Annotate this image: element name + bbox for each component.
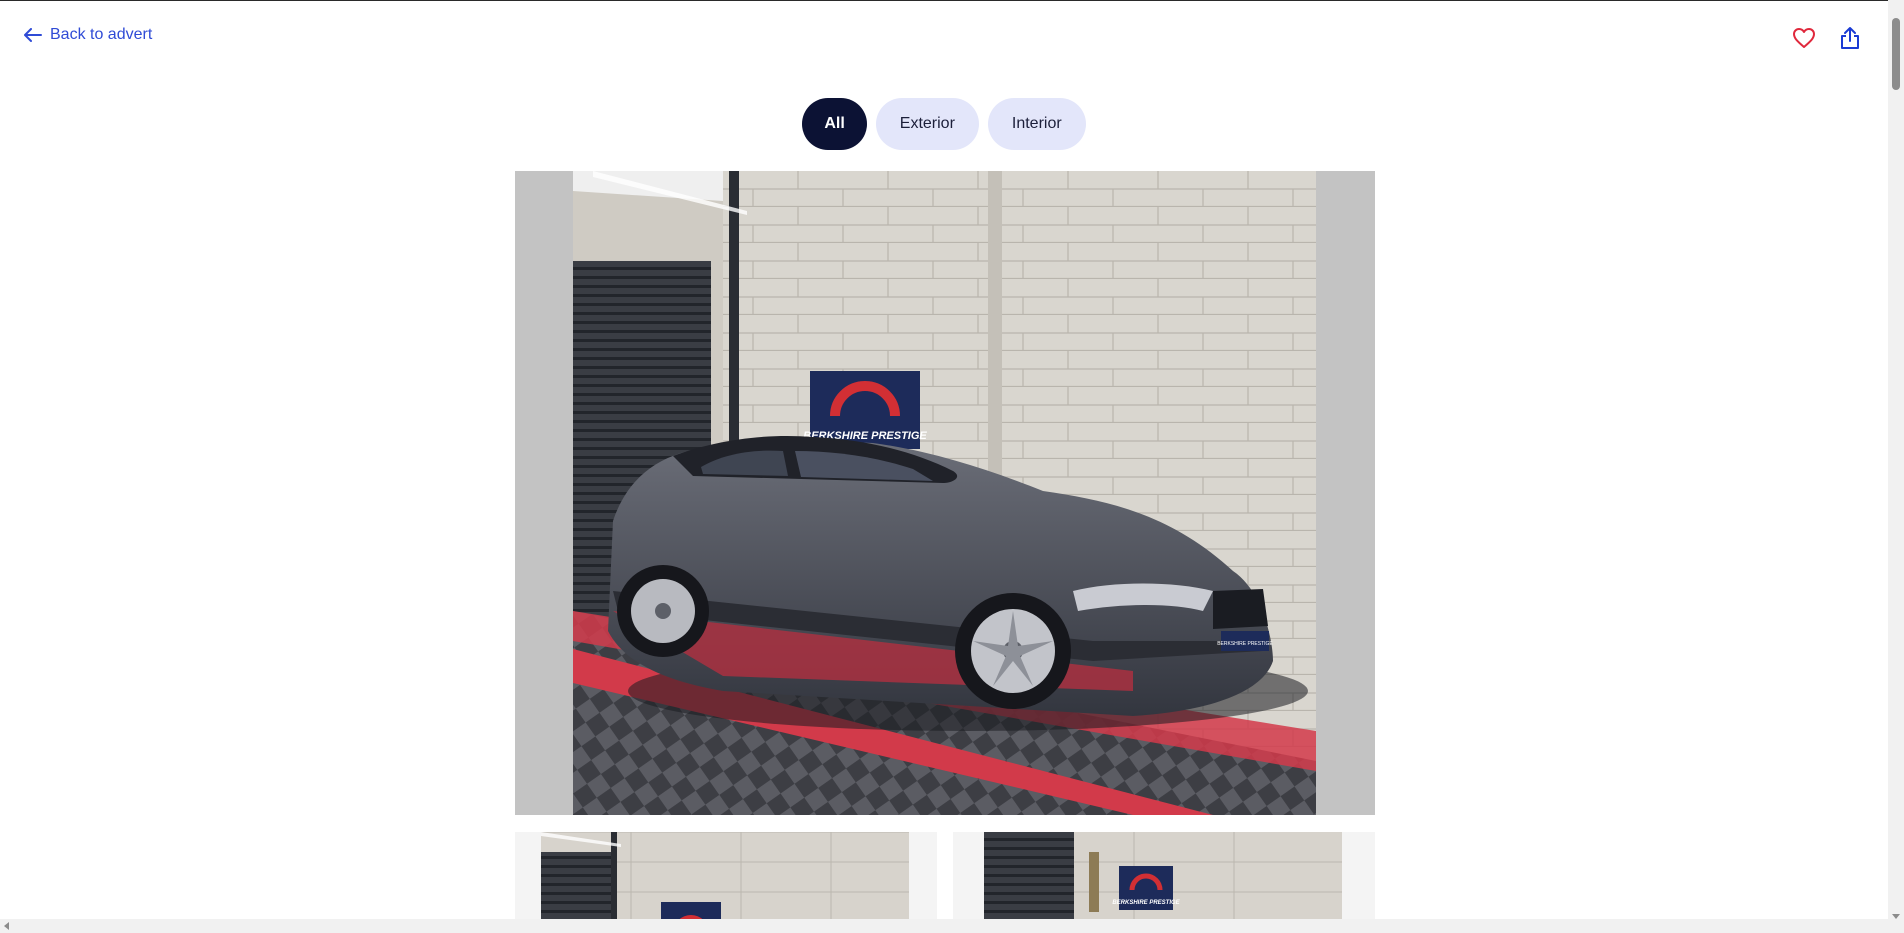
main-gallery-photo[interactable]: BERKSHIRE PRESTIGE BERKSHIRE PRESTIGE xyxy=(515,171,1375,815)
favourite-button[interactable] xyxy=(1790,24,1818,52)
car-thumbnail-image xyxy=(541,832,909,933)
arrow-left-icon xyxy=(24,28,42,42)
back-to-advert-label: Back to advert xyxy=(50,26,153,43)
filter-interior-button[interactable]: Interior xyxy=(987,98,1086,150)
heart-icon xyxy=(1793,28,1815,48)
vertical-scrollbar[interactable] xyxy=(1888,0,1904,933)
scroll-left-arrow-icon[interactable] xyxy=(4,922,9,930)
window-top-border xyxy=(0,0,1904,1)
share-button[interactable] xyxy=(1836,24,1864,52)
plate-text: BERKSHIRE PRESTIGE xyxy=(1217,641,1273,647)
horizontal-scrollbar[interactable] xyxy=(0,919,1888,933)
gallery-thumbnail[interactable] xyxy=(515,832,937,933)
car-photo-image: BERKSHIRE PRESTIGE BERKSHIRE PRESTIGE xyxy=(573,171,1316,815)
filter-exterior-button[interactable]: Exterior xyxy=(875,98,979,150)
car-thumbnail-image: BERKSHIRE PRESTIGE xyxy=(984,832,1342,933)
vertical-scroll-thumb[interactable] xyxy=(1892,18,1900,90)
filter-all-button[interactable]: All xyxy=(802,98,867,150)
back-to-advert-link[interactable]: Back to advert xyxy=(24,26,152,44)
share-icon xyxy=(1841,27,1859,49)
photo-filter-tabs: All Exterior Interior xyxy=(0,98,1888,150)
header-actions xyxy=(1790,24,1864,52)
gallery-thumbnail[interactable]: BERKSHIRE PRESTIGE xyxy=(953,832,1375,933)
thumbnail-sign-text: BERKSHIRE PRESTIGE xyxy=(1112,900,1180,906)
scroll-down-arrow-icon[interactable] xyxy=(1892,914,1900,919)
